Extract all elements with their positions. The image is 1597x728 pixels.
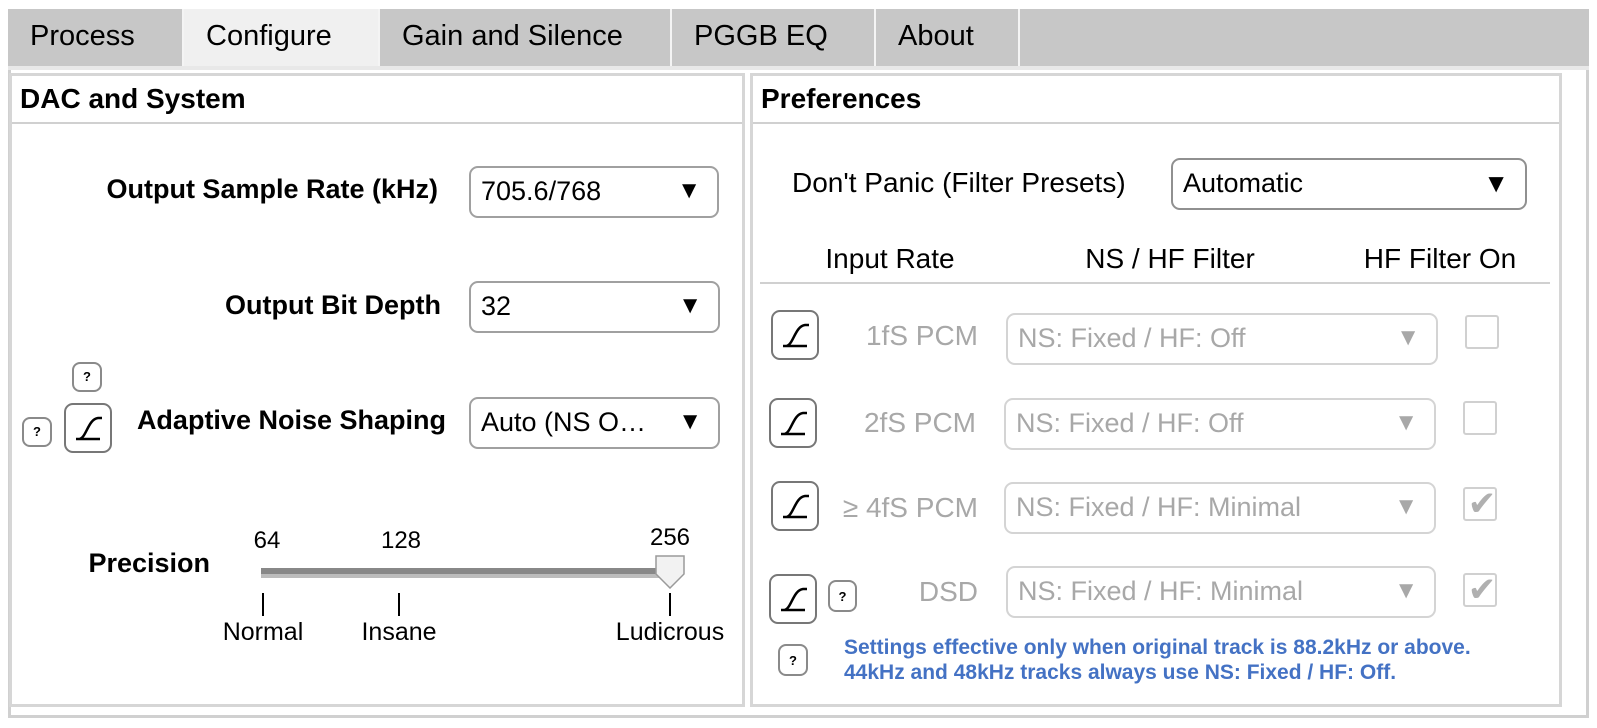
row-label-dsd: DSD	[918, 576, 978, 607]
filter-select-value: NS: Fixed / HF: Off	[1016, 408, 1244, 438]
output-bit-depth-value: 32	[481, 291, 512, 321]
hf-filter-checkbox-dsd[interactable]: ✔	[1463, 571, 1497, 609]
checkmark-icon: ✔	[1467, 571, 1497, 609]
row-label-2fs-pcm: 2fS PCM	[863, 407, 976, 438]
filter-curve-icon[interactable]	[64, 403, 112, 453]
help-icon[interactable]: ?	[72, 362, 102, 392]
settings-note-line-2: 44kHz and 48kHz tracks always use NS: Fi…	[844, 661, 1397, 684]
filter-select-2fs-pcm[interactable]: NS: Fixed / HF: Off ▼	[1004, 398, 1436, 450]
tick-label-normal: Normal	[222, 618, 304, 646]
preferences-panel-title: Preferences	[761, 83, 922, 114]
dac-panel-title: DAC and System	[20, 83, 246, 114]
help-icon[interactable]: ?	[828, 580, 857, 612]
chevron-down-icon: ▼	[1396, 324, 1420, 351]
precision-slider-track[interactable]	[261, 568, 671, 578]
dont-panic-select[interactable]: Automatic ▼	[1171, 158, 1527, 210]
filter-select-4fs-pcm[interactable]: NS: Fixed / HF: Minimal ▼	[1004, 482, 1436, 534]
filter-select-value: NS: Fixed / HF: Off	[1018, 323, 1246, 353]
help-icon[interactable]: ?	[22, 417, 52, 447]
filter-select-value: NS: Fixed / HF: Minimal	[1016, 492, 1302, 522]
table-header-divider	[760, 282, 1550, 284]
adaptive-noise-shaping-value: Auto (NS O…	[481, 407, 647, 437]
hf-filter-checkbox-2fs-pcm[interactable]	[1463, 401, 1497, 435]
tick-label-ludicrous: Ludicrous	[615, 618, 725, 646]
tab-pggb-eq[interactable]: PGGB EQ	[672, 9, 876, 67]
chevron-down-icon: ▼	[1483, 168, 1509, 198]
tab-about[interactable]: About	[876, 9, 1020, 67]
hf-filter-checkbox-1fs-pcm[interactable]	[1465, 315, 1499, 349]
help-icon[interactable]: ?	[778, 644, 808, 676]
filter-curve-icon[interactable]	[771, 310, 819, 360]
output-sample-rate-select[interactable]: 705.6/768 ▼	[469, 166, 719, 218]
preferences-panel-divider	[753, 122, 1559, 124]
filter-curve-icon[interactable]	[769, 574, 817, 624]
settings-note-line-1: Settings effective only when original tr…	[844, 636, 1471, 659]
tab-configure[interactable]: Configure	[184, 9, 380, 67]
chevron-down-icon: ▼	[678, 408, 702, 435]
filter-curve-icon[interactable]	[769, 398, 817, 448]
checkmark-icon: ✔	[1467, 485, 1497, 523]
column-header-hf-filter-on: HF Filter On	[1363, 243, 1517, 274]
settings-note: Settings effective only when original tr…	[844, 635, 1544, 685]
dont-panic-label: Don't Panic (Filter Presets)	[792, 167, 1126, 198]
hf-filter-checkbox-4fs-pcm[interactable]: ✔	[1463, 485, 1497, 523]
filter-curve-icon[interactable]	[771, 481, 819, 531]
output-sample-rate-value: 705.6/768	[481, 176, 602, 206]
precision-label: Precision	[88, 548, 210, 578]
tick-value-256: 256	[649, 524, 691, 551]
column-header-ns-hf-filter: NS / HF Filter	[1085, 243, 1255, 274]
dac-panel-divider	[12, 122, 742, 124]
chevron-down-icon: ▼	[1394, 493, 1418, 520]
output-sample-rate-label: Output Sample Rate (kHz)	[106, 174, 438, 204]
tick-mark-normal	[262, 593, 264, 616]
output-bit-depth-label: Output Bit Depth	[225, 290, 441, 320]
tick-mark-insane	[398, 593, 400, 616]
precision-slider-thumb[interactable]	[655, 555, 685, 590]
filter-select-1fs-pcm[interactable]: NS: Fixed / HF: Off ▼	[1006, 313, 1438, 365]
filter-select-value: NS: Fixed / HF: Minimal	[1018, 576, 1304, 606]
dont-panic-value: Automatic	[1183, 168, 1304, 198]
tick-value-128: 128	[380, 527, 422, 554]
tick-label-insane: Insane	[361, 618, 437, 646]
chevron-down-icon: ▼	[1394, 577, 1418, 604]
filter-select-dsd[interactable]: NS: Fixed / HF: Minimal ▼	[1006, 566, 1436, 618]
tab-process[interactable]: Process	[8, 9, 184, 67]
tick-mark-ludicrous	[669, 593, 671, 616]
chevron-down-icon: ▼	[677, 177, 701, 204]
tab-gain-and-silence[interactable]: Gain and Silence	[380, 9, 672, 67]
tick-value-64: 64	[253, 527, 281, 554]
row-label-1fs-pcm: 1fS PCM	[865, 320, 978, 351]
adaptive-noise-shaping-select[interactable]: Auto (NS O… ▼	[469, 397, 720, 449]
column-header-input-rate: Input Rate	[825, 243, 955, 274]
row-label-4fs-pcm: ≥ 4fS PCM	[842, 492, 978, 523]
chevron-down-icon: ▼	[1394, 409, 1418, 436]
output-bit-depth-select[interactable]: 32 ▼	[469, 281, 720, 333]
chevron-down-icon: ▼	[678, 292, 702, 319]
adaptive-noise-shaping-label: Adaptive Noise Shaping	[136, 405, 446, 435]
